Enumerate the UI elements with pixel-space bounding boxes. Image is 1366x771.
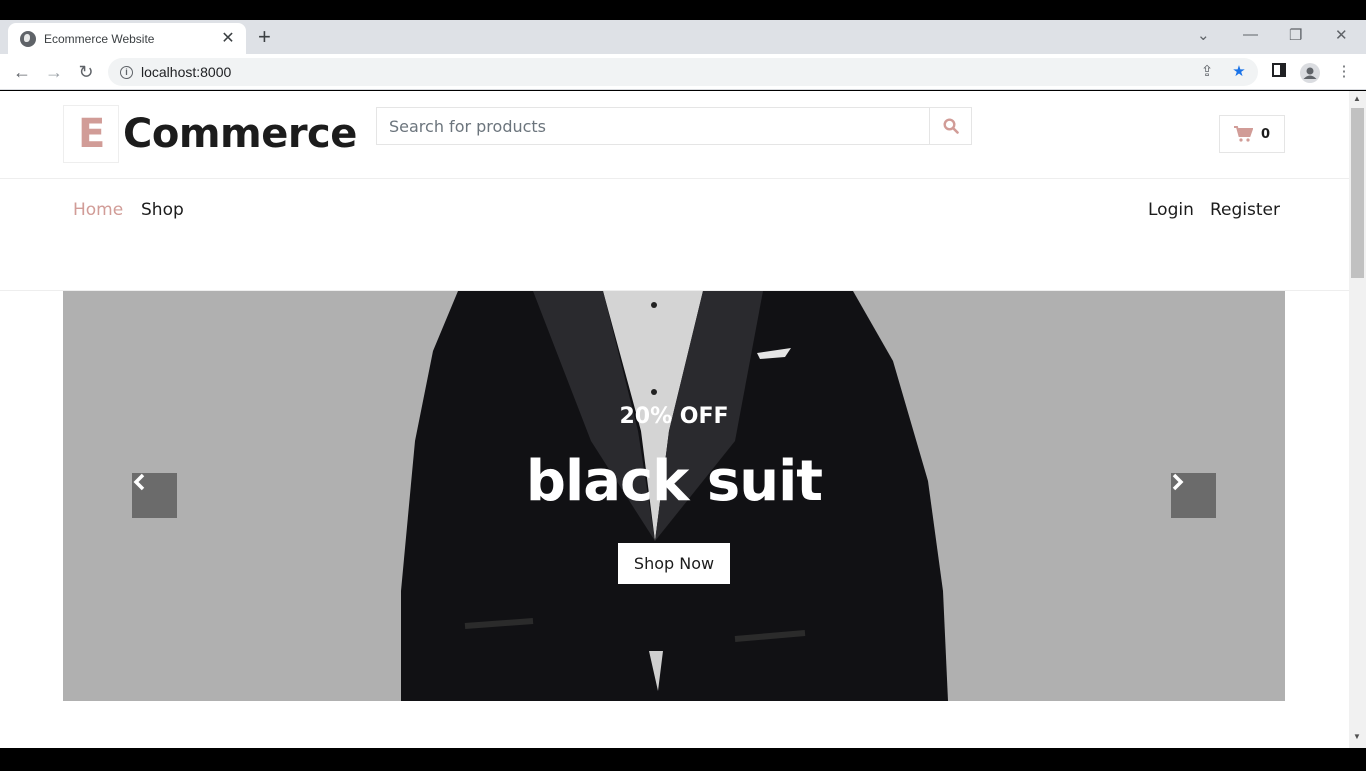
menu-icon[interactable]: ⋮: [1335, 63, 1353, 81]
hero-carousel: 20% OFF black suit Shop Now: [63, 291, 1285, 701]
tab-title: Ecommerce Website: [44, 31, 155, 46]
star-icon[interactable]: ★: [1230, 63, 1248, 81]
scroll-thumb[interactable]: [1351, 108, 1364, 278]
nav-register[interactable]: Register: [1210, 200, 1280, 220]
tab-search-icon[interactable]: ⌄: [1197, 26, 1210, 44]
chevron-right-icon: [1172, 473, 1184, 491]
page-viewport: E Commerce 0 Home Shop Login Register: [0, 91, 1349, 748]
address-bar[interactable]: i localhost:8000: [108, 58, 1258, 86]
info-icon[interactable]: i: [120, 65, 133, 79]
header-divider: [0, 178, 1349, 179]
cart-icon: [1233, 126, 1253, 142]
reload-icon[interactable]: ↻: [76, 62, 96, 82]
search-button[interactable]: [929, 108, 971, 144]
carousel-next-button[interactable]: [1171, 473, 1216, 518]
chevron-left-icon: [133, 473, 145, 491]
page-scrollbar[interactable]: ▲ ▼: [1349, 91, 1366, 748]
scroll-down-icon[interactable]: ▼: [1353, 732, 1361, 741]
back-icon[interactable]: ←: [12, 62, 32, 82]
logo-text[interactable]: Commerce: [123, 111, 357, 157]
minimize-icon[interactable]: —: [1243, 26, 1258, 43]
nav-login[interactable]: Login: [1148, 200, 1194, 220]
search-icon: [942, 118, 959, 134]
profile-icon[interactable]: [1300, 63, 1320, 83]
browser-toolbar: ← → ↻ i localhost:8000 ⇪ ★ ⋮: [0, 54, 1366, 90]
screen-bottom-edge: [0, 748, 1366, 771]
nav-shop[interactable]: Shop: [141, 200, 184, 220]
tab-close-icon[interactable]: ✕: [220, 30, 236, 47]
scroll-up-icon[interactable]: ▲: [1353, 94, 1361, 103]
share-icon[interactable]: ⇪: [1198, 63, 1216, 81]
shop-now-button[interactable]: Shop Now: [618, 543, 730, 584]
browser-tab[interactable]: Ecommerce Website ✕: [8, 23, 246, 54]
search-input[interactable]: [377, 108, 931, 144]
cart-button[interactable]: 0: [1219, 115, 1285, 153]
logo-letter[interactable]: E: [78, 111, 105, 157]
carousel-prev-button[interactable]: [132, 473, 177, 518]
nav-home[interactable]: Home: [73, 200, 123, 220]
sidepanel-icon[interactable]: [1270, 63, 1288, 81]
search-bar: [376, 107, 972, 145]
forward-icon[interactable]: →: [44, 62, 64, 82]
globe-icon: [20, 30, 36, 47]
url-text: localhost:8000: [141, 64, 232, 80]
new-tab-button[interactable]: +: [258, 26, 271, 48]
restore-icon[interactable]: ❐: [1289, 26, 1302, 44]
hero-headline: black suit: [525, 449, 823, 514]
window-close-icon[interactable]: ✕: [1335, 26, 1348, 44]
hero-discount: 20% OFF: [619, 404, 729, 429]
cart-count: 0: [1260, 126, 1271, 142]
screen: Ecommerce Website ✕ + ⌄ — ❐ ✕ ← → ↻ i lo…: [0, 0, 1366, 771]
tab-strip: Ecommerce Website ✕ + ⌄ — ❐ ✕: [0, 20, 1366, 54]
